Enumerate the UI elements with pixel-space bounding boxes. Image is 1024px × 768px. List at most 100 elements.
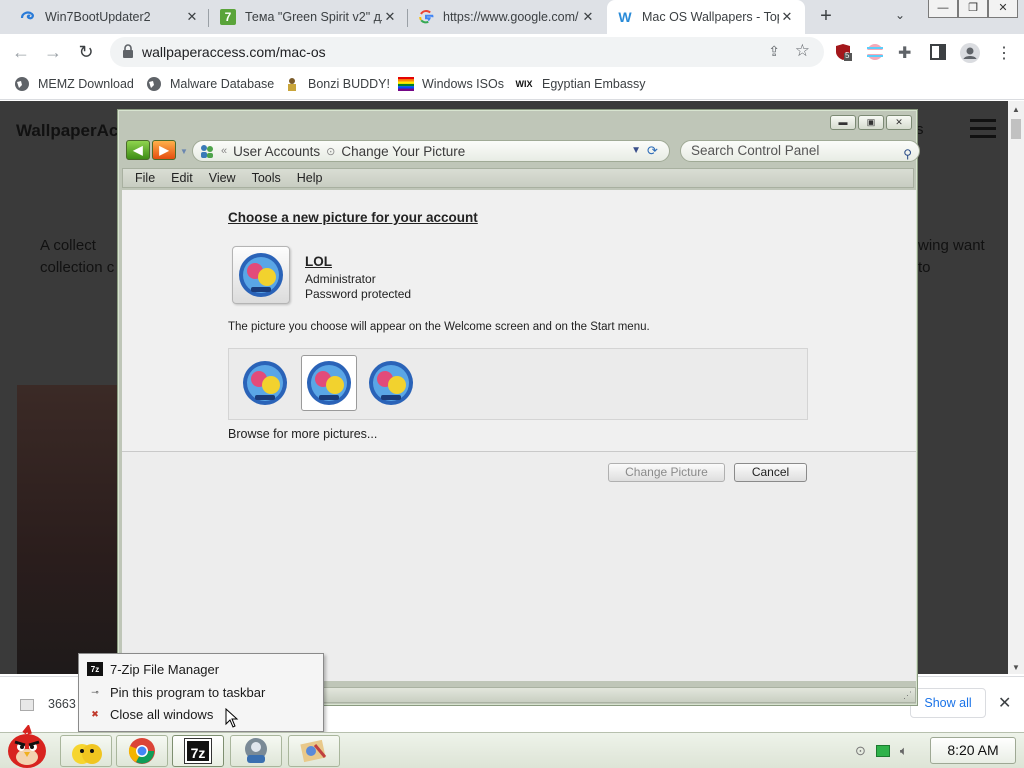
control-panel-window: ▬ ▣ ✕ ◀ ▶ ▼ « User Accounts ⊙ Change You… bbox=[117, 109, 920, 706]
flag-extension-icon[interactable] bbox=[866, 43, 884, 61]
yellow-bird-icon bbox=[72, 744, 102, 764]
bookmark-star-icon[interactable]: ☆ bbox=[795, 41, 810, 61]
menu-edit[interactable]: Edit bbox=[163, 171, 201, 185]
tab-green-spirit[interactable]: 7 Тема "Green Spirit v2" дл ✕ bbox=[210, 0, 408, 34]
scrollbar-thumb[interactable] bbox=[1011, 119, 1021, 139]
dialog-footer: Change Picture Cancel bbox=[122, 451, 916, 681]
breadcrumb-change-picture[interactable]: Change Your Picture bbox=[341, 144, 465, 159]
search-icon[interactable]: ⚲ bbox=[903, 144, 912, 164]
close-button[interactable]: ✕ bbox=[886, 115, 912, 130]
forward-button[interactable]: ▶ bbox=[152, 140, 176, 160]
bookmark-bonzi-buddy[interactable]: Bonzi BUDDY! bbox=[284, 76, 390, 92]
volume-icon[interactable]: 🔈︎ bbox=[900, 743, 908, 759]
lock-icon[interactable] bbox=[122, 44, 134, 58]
address-dropdown-icon[interactable]: ▼ bbox=[631, 145, 641, 156]
back-button[interactable]: ◀ bbox=[126, 140, 150, 160]
address-bar[interactable]: wallpaperaccess.com/mac-os ⇪ ☆ bbox=[110, 37, 824, 67]
jump-item-7zip[interactable]: 7z 7-Zip File Manager bbox=[87, 659, 219, 679]
tab-mac-os-wallpapers[interactable]: W Mac OS Wallpapers - Top ✕ bbox=[607, 0, 805, 34]
tab-divider bbox=[208, 9, 209, 27]
scroll-up-arrow-icon[interactable]: ▲ bbox=[1012, 105, 1020, 114]
browse-more-pictures-link[interactable]: Browse for more pictures... bbox=[228, 427, 377, 441]
breadcrumb-overflow-icon[interactable]: « bbox=[221, 145, 227, 157]
change-picture-button[interactable]: Change Picture bbox=[608, 463, 725, 482]
close-tab-icon[interactable]: ✕ bbox=[580, 9, 596, 25]
wallpaper-thumbnail[interactable] bbox=[17, 385, 127, 674]
url-text[interactable]: wallpaperaccess.com/mac-os bbox=[142, 44, 326, 60]
taskbar-chrome[interactable] bbox=[116, 735, 168, 767]
taskbar-control-panel[interactable] bbox=[288, 735, 340, 767]
control-panel-icon bbox=[300, 739, 327, 763]
start-button[interactable] bbox=[4, 723, 50, 768]
menu-file[interactable]: File bbox=[127, 171, 163, 185]
browser-toolbar: ← → ↻ wallpaperaccess.com/mac-os ⇪ ☆ 5 ✚… bbox=[0, 34, 1024, 70]
tab-search-chevron-icon[interactable]: ⌄ bbox=[895, 8, 905, 22]
taskbar-7zip[interactable]: 7z bbox=[172, 735, 224, 767]
wix-icon: WIX bbox=[515, 79, 533, 89]
picture-option-2[interactable] bbox=[301, 355, 357, 411]
action-center-icon[interactable]: ⊙ bbox=[855, 743, 866, 759]
minimize-button[interactable]: — bbox=[928, 0, 958, 18]
bookmark-egyptian-embassy[interactable]: WIX Egyptian Embassy bbox=[514, 76, 646, 92]
close-tab-icon[interactable]: ✕ bbox=[382, 9, 398, 25]
close-tab-icon[interactable]: ✕ bbox=[779, 9, 795, 25]
clock[interactable]: 8:20 AM bbox=[930, 737, 1016, 764]
show-all-button[interactable]: Show all bbox=[910, 688, 986, 718]
back-forward-group: ◀ ▶ bbox=[126, 140, 178, 162]
recent-pages-dropdown-icon[interactable]: ▼ bbox=[180, 147, 188, 156]
system-tray: ⊙ 🔈︎ bbox=[855, 743, 908, 759]
jump-item-close-all[interactable]: ✖ Close all windows bbox=[87, 704, 213, 724]
close-download-bar-icon[interactable]: ✕ bbox=[998, 693, 1011, 713]
breadcrumb[interactable]: « User Accounts ⊙ Change Your Picture ▼ … bbox=[192, 140, 670, 162]
jump-item-pin[interactable]: ⊸ Pin this program to taskbar bbox=[87, 682, 265, 702]
edge-swirl-icon bbox=[20, 9, 36, 25]
maximize-button[interactable]: ▣ bbox=[858, 115, 884, 130]
jump-item-label: Pin this program to taskbar bbox=[110, 684, 266, 700]
hamburger-menu-icon[interactable] bbox=[970, 119, 996, 139]
user-accounts-icon bbox=[245, 738, 267, 763]
extensions-puzzle-icon[interactable]: ✚ bbox=[898, 43, 916, 62]
bookmark-malware-database[interactable]: Malware Database bbox=[146, 76, 274, 92]
menu-tools[interactable]: Tools bbox=[244, 171, 289, 185]
menu-kebab-icon[interactable]: ⋮ bbox=[995, 43, 1013, 62]
picture-option-1[interactable] bbox=[241, 359, 289, 407]
menu-help[interactable]: Help bbox=[289, 171, 331, 185]
search-control-panel-input[interactable]: Search Control Panel ⚲ bbox=[680, 140, 920, 162]
share-icon[interactable]: ⇪ bbox=[768, 43, 780, 60]
new-tab-button[interactable]: + bbox=[814, 5, 838, 29]
forward-arrow-icon[interactable]: → bbox=[42, 41, 64, 63]
network-icon[interactable] bbox=[875, 745, 890, 757]
side-panel-icon[interactable] bbox=[929, 43, 947, 61]
profile-avatar-icon[interactable] bbox=[960, 43, 980, 63]
back-arrow-icon[interactable]: ← bbox=[10, 41, 32, 63]
resize-grip-icon[interactable]: ⋰ bbox=[903, 690, 912, 701]
tab-label: https://www.google.com/ bbox=[443, 10, 579, 24]
breadcrumb-separator-icon[interactable]: ⊙ bbox=[326, 145, 335, 158]
taskbar-angry-birds[interactable] bbox=[60, 735, 112, 767]
tab-google[interactable]: https://www.google.com/ ✕ bbox=[408, 0, 606, 34]
cancel-button[interactable]: Cancel bbox=[734, 463, 807, 482]
breadcrumb-user-accounts[interactable]: User Accounts bbox=[233, 144, 320, 159]
site-name[interactable]: WallpaperAcc bbox=[16, 121, 128, 141]
scroll-down-arrow-icon[interactable]: ▼ bbox=[1012, 663, 1020, 672]
window-controls: — ❐ ✕ bbox=[928, 0, 1018, 18]
menu-view[interactable]: View bbox=[201, 171, 244, 185]
minimize-button[interactable]: ▬ bbox=[830, 115, 856, 130]
refresh-icon[interactable]: ⟳ bbox=[647, 144, 663, 158]
taskbar-user-accounts[interactable] bbox=[230, 735, 282, 767]
close-tab-icon[interactable]: ✕ bbox=[184, 9, 200, 25]
bookmark-memz[interactable]: MEMZ Download bbox=[14, 76, 134, 92]
picture-option-3[interactable] bbox=[367, 359, 415, 407]
ublock-extension-icon[interactable]: 5 bbox=[834, 43, 852, 61]
bookmark-label: Windows ISOs bbox=[422, 77, 504, 91]
mouse-cursor-icon bbox=[225, 708, 239, 728]
restore-button[interactable]: ❐ bbox=[958, 0, 988, 18]
reload-icon[interactable]: ↻ bbox=[75, 41, 97, 63]
tab-win7bootupdater[interactable]: Win7BootUpdater2 ✕ bbox=[10, 0, 210, 34]
extension-badge: 5 bbox=[845, 51, 850, 60]
page-scrollbar[interactable]: ▲ ▼ bbox=[1008, 101, 1024, 674]
bookmark-label: Malware Database bbox=[170, 77, 275, 91]
bookmark-windows-isos[interactable]: Windows ISOs bbox=[398, 76, 504, 92]
close-window-button[interactable]: ✕ bbox=[988, 0, 1018, 18]
download-filename[interactable]: 3663 bbox=[48, 697, 76, 711]
